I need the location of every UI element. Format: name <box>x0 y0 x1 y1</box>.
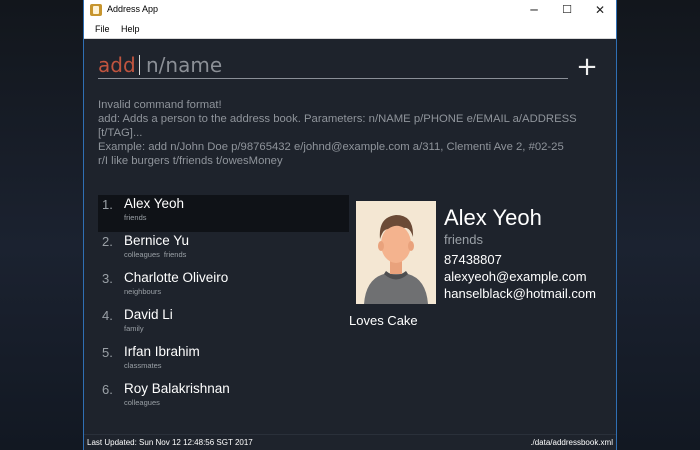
person-tag: neighbours <box>124 287 162 296</box>
result-line: add: Adds a person to the address book. … <box>98 113 577 125</box>
person-tag: friends <box>124 213 147 222</box>
person-tags: friends <box>124 213 151 222</box>
person-tag: friends <box>163 250 187 259</box>
person-tag: family <box>124 324 144 333</box>
command-input[interactable] <box>98 52 568 78</box>
person-tag: colleagues <box>124 398 160 407</box>
command-box: add n/name <box>98 52 568 79</box>
person-index: 5. <box>102 345 113 360</box>
person-name: Bernice Yu <box>124 233 190 248</box>
status-file-path: ./data/addressbook.xml <box>530 438 613 447</box>
result-line: Invalid command format! <box>98 99 222 111</box>
person-list-item[interactable]: 1. Alex Yeoh friends <box>98 195 349 232</box>
person-list-item[interactable]: 6. Roy Balakrishnan colleagues <box>98 380 349 417</box>
person-tags: neighbours <box>124 287 165 296</box>
person-tags: family <box>124 324 148 333</box>
person-list-item[interactable]: 4. David Li family <box>98 306 349 343</box>
result-line: [t/TAG]... <box>98 127 143 139</box>
person-tags: classmates <box>124 361 166 370</box>
result-display: Invalid command format! add: Adds a pers… <box>98 98 598 168</box>
result-line: r/I like burgers t/friends t/owesMoney <box>98 155 283 167</box>
person-index: 6. <box>102 382 113 397</box>
menu-bar: File Help <box>84 21 616 39</box>
detail-tag: friends <box>444 232 484 247</box>
person-index: 1. <box>102 197 113 212</box>
close-button[interactable]: ✕ <box>584 0 616 21</box>
maximize-button[interactable]: ☐ <box>551 0 583 21</box>
status-last-updated: Last Updated: Sun Nov 12 12:48:56 SGT 20… <box>87 438 253 447</box>
person-list-item[interactable]: 5. Irfan Ibrahim classmates <box>98 343 349 380</box>
desktop-background-right <box>616 0 700 450</box>
person-avatar-icon <box>356 201 436 304</box>
result-line: Example: add n/John Doe p/98765432 e/joh… <box>98 141 564 153</box>
add-button[interactable]: + <box>576 54 598 80</box>
person-name: Roy Balakrishnan <box>124 381 230 396</box>
person-tags: colleagues friends <box>124 250 190 259</box>
minimize-button[interactable]: ─ <box>518 0 550 21</box>
person-name: Irfan Ibrahim <box>124 344 200 359</box>
person-name: Alex Yeoh <box>124 196 185 211</box>
person-list[interactable]: 1. Alex Yeoh friends 2. Bernice Yu colleagues… <box>98 195 349 417</box>
status-bar: Last Updated: Sun Nov 12 12:48:56 SGT 20… <box>84 434 616 450</box>
person-index: 4. <box>102 308 113 323</box>
menu-help[interactable]: Help <box>121 24 140 34</box>
detail-email: alexyeoh@example.com <box>444 269 587 284</box>
menu-file[interactable]: File <box>95 24 110 34</box>
detail-remark: Loves Cake <box>349 313 418 328</box>
person-name: David Li <box>124 307 173 322</box>
app-window: Address App ─ ☐ ✕ File Help add n/name +… <box>84 0 616 450</box>
person-name: Charlotte Oliveiro <box>124 270 229 285</box>
person-list-item[interactable]: 2. Bernice Yu colleagues friends <box>98 232 349 269</box>
detail-phone: 87438807 <box>444 252 502 267</box>
person-index: 2. <box>102 234 113 249</box>
person-tags: colleagues <box>124 398 164 407</box>
app-icon <box>90 4 102 16</box>
window-title: Address App <box>107 4 159 14</box>
detail-email-secondary: hanselblack@hotmail.com <box>444 286 596 301</box>
person-list-item[interactable]: 3. Charlotte Oliveiro neighbours <box>98 269 349 306</box>
title-bar: Address App ─ ☐ ✕ <box>84 0 616 21</box>
desktop-background-left <box>0 0 84 450</box>
person-tag: colleagues <box>124 250 160 259</box>
detail-name: Alex Yeoh <box>444 205 542 230</box>
person-tag: classmates <box>124 361 162 370</box>
person-index: 3. <box>102 271 113 286</box>
